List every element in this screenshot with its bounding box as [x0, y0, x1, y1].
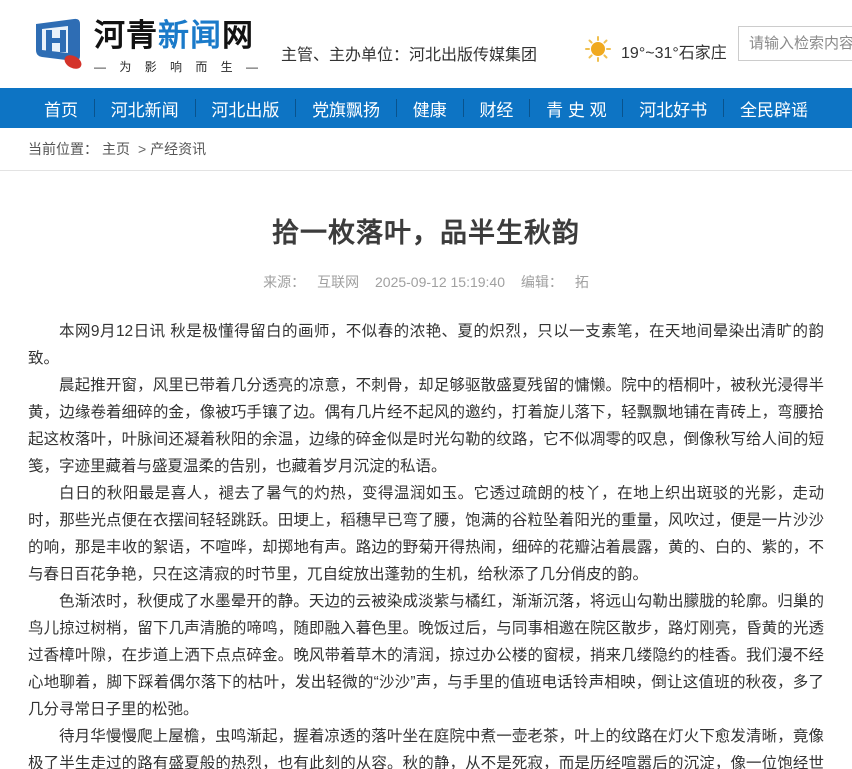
- search-input[interactable]: [738, 26, 852, 61]
- nav-separator: [529, 99, 530, 117]
- nav-item-health[interactable]: 健康: [413, 96, 447, 121]
- logo-title: 河青新闻网: [94, 18, 263, 54]
- logo-tagline: — 为 影 响 而 生 —: [94, 58, 263, 75]
- breadcrumb-current: 产经资讯: [150, 139, 206, 159]
- main-nav: 首页 河北新闻 河北出版 党旗飘扬 健康 财经 青 史 观 河北好书 全民辟谣: [0, 88, 852, 128]
- sun-icon: [585, 36, 611, 67]
- weather-temp: 19°~31°: [621, 45, 679, 62]
- logo-title-part2: 新闻: [158, 18, 222, 53]
- nav-separator: [195, 99, 196, 117]
- nav-item-home[interactable]: 首页: [44, 96, 78, 121]
- logo-icon: [28, 16, 90, 74]
- nav-separator: [295, 99, 296, 117]
- article: 拾一枚落叶，品半生秋韵 来源： 互联网 2025-09-12 15:19:40 编…: [0, 171, 852, 769]
- source-label: 来源：: [263, 274, 305, 290]
- publish-datetime: 2025-09-12 15:19:40: [375, 274, 505, 290]
- logo-title-part1: 河青: [94, 18, 158, 53]
- editor-label: 编辑：: [521, 274, 563, 290]
- nav-separator: [94, 99, 95, 117]
- weather-city: 石家庄: [679, 45, 727, 62]
- editor-value: 拓: [575, 274, 589, 290]
- nav-separator: [396, 99, 397, 117]
- nav-item-party-flag[interactable]: 党旗飘扬: [312, 96, 380, 121]
- nav-item-hebei-books[interactable]: 河北好书: [639, 96, 707, 121]
- article-body: 本网9月12日讯 秋是极懂得留白的画师，不似春的浓艳、夏的炽烈，只以一支素笔，在…: [28, 318, 824, 769]
- nav-separator: [723, 99, 724, 117]
- nav-item-hebei-publishing[interactable]: 河北出版: [211, 96, 279, 121]
- nav-separator: [622, 99, 623, 117]
- article-paragraph: 白日的秋阳最是喜人，褪去了暑气的灼热，变得温润如玉。它透过疏朗的枝丫，在地上织出…: [28, 480, 824, 588]
- article-paragraph: 本网9月12日讯 秋是极懂得留白的画师，不似春的浓艳、夏的炽烈，只以一支素笔，在…: [28, 318, 824, 372]
- weather-widget: 19°~31°石家庄: [585, 36, 727, 67]
- nav-item-hebei-news[interactable]: 河北新闻: [111, 96, 179, 121]
- site-logo[interactable]: 河青新闻网 — 为 影 响 而 生 —: [28, 14, 263, 75]
- logo-title-part3: 网: [222, 18, 254, 53]
- nav-separator: [463, 99, 464, 117]
- breadcrumb: 当前位置： 主页 > 产经资讯: [0, 128, 852, 171]
- article-meta: 来源： 互联网 2025-09-12 15:19:40 编辑： 拓: [28, 272, 824, 292]
- nav-item-history-view[interactable]: 青 史 观: [546, 96, 606, 121]
- article-title: 拾一枚落叶，品半生秋韵: [28, 211, 824, 250]
- article-paragraph: 色渐浓时，秋便成了水墨晕开的静。天边的云被染成淡紫与橘红，渐渐沉落，将远山勾勒出…: [28, 588, 824, 723]
- breadcrumb-home-link[interactable]: 主页: [102, 139, 130, 159]
- sponsor-text: 主管、主办单位：河北出版传媒集团: [281, 41, 537, 65]
- weather-text: 19°~31°石家庄: [621, 39, 727, 63]
- nav-item-finance[interactable]: 财经: [479, 96, 513, 121]
- source-value: 互联网: [317, 274, 359, 290]
- article-paragraph: 晨起推开窗，风里已带着几分透亮的凉意，不刺骨，却足够驱散盛夏残留的慵懒。院中的梧…: [28, 372, 824, 480]
- breadcrumb-separator: >: [138, 141, 146, 157]
- nav-item-rumor-refutation[interactable]: 全民辟谣: [740, 96, 808, 121]
- article-paragraph: 待月华慢慢爬上屋檐，虫鸣渐起，握着凉透的落叶坐在庭院中煮一壶老茶，叶上的纹路在灯…: [28, 723, 824, 769]
- site-header: 河青新闻网 — 为 影 响 而 生 — 主管、主办单位：河北出版传媒集团 19°…: [0, 0, 852, 88]
- breadcrumb-label: 当前位置：: [28, 139, 98, 159]
